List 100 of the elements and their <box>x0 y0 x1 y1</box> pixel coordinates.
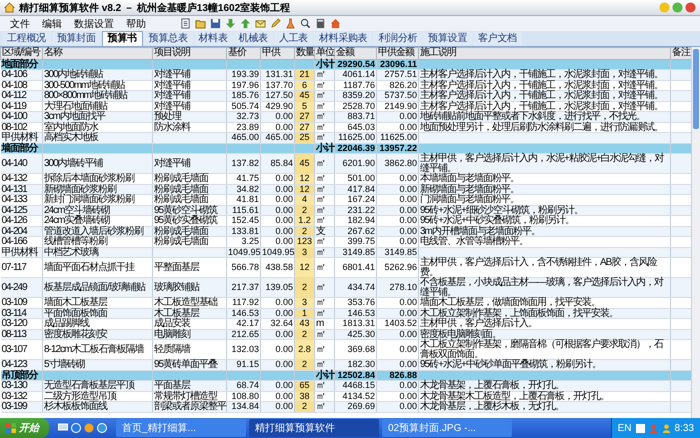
table-cell: 预处理 <box>152 112 226 122</box>
tab[interactable]: 材料采购表 <box>314 32 372 46</box>
tab[interactable]: 预算总表 <box>144 32 193 46</box>
table-cell: 0.00 <box>376 298 418 308</box>
window-title: 精打细算预算软件 v8.2 － 杭州金基暖庐13幢1602室装饰工程 <box>19 1 290 14</box>
subtotal-supply-amount: 13957.22 <box>379 142 417 152</box>
tab[interactable]: 预算封面 <box>52 32 101 46</box>
tab[interactable]: 人工表 <box>274 32 313 46</box>
table-cell: 新砌墙面砂浆粉刷 <box>42 184 152 194</box>
table-cell: ㎡ <box>314 216 334 226</box>
table-cell[interactable]: 45 <box>294 154 314 174</box>
scrollbar-thumb[interactable] <box>693 49 699 129</box>
column-header[interactable]: 区域/编号 <box>0 48 42 59</box>
taskbar-item[interactable]: 首页_精打细算... <box>116 419 246 437</box>
document-icon[interactable] <box>180 18 191 29</box>
column-header[interactable]: 项目说明 <box>152 48 226 59</box>
table-cell: 6201.90 <box>334 154 376 174</box>
section-title: 吊顶部分 <box>2 370 38 380</box>
tab[interactable]: 工程概况 <box>2 32 51 46</box>
table-cell: 04-123 <box>0 360 42 370</box>
table-cell: 501.00 <box>334 174 376 184</box>
taskbar-item[interactable]: 02预算封面.JPG -... <box>382 419 512 437</box>
table-cell: 353.76 <box>334 298 376 308</box>
taskbar-item[interactable]: 精打细算预算软件 <box>249 419 379 437</box>
menu-item[interactable]: 帮助 <box>120 16 152 30</box>
flask-icon[interactable] <box>285 18 296 29</box>
table-cell: 04-140 <box>0 154 42 174</box>
windows-logo-icon <box>6 423 16 433</box>
table-cell: 电脑雕刻 <box>152 329 226 340</box>
table-cell: 成品安装 <box>152 318 226 329</box>
magnifier-icon[interactable] <box>300 18 311 29</box>
desktop-icon[interactable] <box>58 423 68 433</box>
table-cell: 新封门洞墙面砂浆粉刷 <box>42 194 152 205</box>
table-cell: 粉刷成毛墙面 <box>152 236 226 247</box>
table-cell: 主材客户选择后计入内，干铺施工，水泥浆封面，对缝平铺。 <box>418 90 670 101</box>
column-header[interactable]: 甲供 <box>260 48 294 59</box>
table-cell: 95黄砖单面平叠 <box>152 360 226 370</box>
table-cell: 粉刷成毛墙面 <box>152 194 226 205</box>
save-icon[interactable] <box>210 18 221 29</box>
menu-item[interactable]: 编辑 <box>36 16 68 30</box>
maximize-icon[interactable] <box>672 2 683 13</box>
down-arrow-icon[interactable] <box>225 18 236 29</box>
menu-item[interactable]: 数据设置 <box>68 16 120 30</box>
column-header[interactable]: 数量 <box>294 48 314 59</box>
table-cell: 41.81 <box>226 194 260 205</box>
table-cell: 平面基层 <box>152 380 226 391</box>
table-cell: 平面饰面板饰面 <box>42 308 152 318</box>
column-header[interactable]: 名称 <box>42 48 152 59</box>
table-cell: 3.25 <box>226 236 260 247</box>
table-cell: 对缝平铺 <box>152 70 226 80</box>
tab[interactable]: 预算设置 <box>423 32 472 46</box>
table-cell: 主材甲供，客户选择后计入。 <box>418 318 670 329</box>
subtotal-supply-amount: 826.88 <box>389 370 417 380</box>
clock: 8:33 <box>674 422 694 434</box>
tab[interactable]: 机械表 <box>234 32 273 46</box>
column-header[interactable]: 基价 <box>226 48 260 59</box>
table-cell: 3862.80 <box>376 154 418 174</box>
table-cell: 墙面木工板基层，做墙面饰面用，找平安装。 <box>418 298 670 308</box>
table-cell: ㎡ <box>314 154 334 174</box>
envelope-icon[interactable] <box>255 18 266 29</box>
subtotal-amount: 22046.39 <box>337 142 375 152</box>
table-cell: 木工板立架制作基架，上饰面板饰面，找平安装。 <box>418 308 670 318</box>
subtotal-amount: 12502.84 <box>337 370 375 380</box>
table-cell: 434.74 <box>334 278 376 298</box>
tab[interactable]: 材料表 <box>194 32 233 46</box>
table-cell: 粉刷成毛墙面 <box>152 184 226 194</box>
table-cell: 278.10 <box>376 278 418 298</box>
folder-icon[interactable] <box>195 18 206 29</box>
table-cell: 杉木板板饰面线 <box>42 402 152 412</box>
table-cell: 木龙骨基层，上覆杉木板，无灯孔。 <box>418 402 670 412</box>
calculator-icon[interactable] <box>315 18 326 29</box>
table-cell: 04-106 <box>0 70 42 80</box>
subtotal-supply-amount: 23096.11 <box>380 58 417 68</box>
up-arrow-icon[interactable] <box>240 18 251 29</box>
scrollbar[interactable] <box>691 47 700 418</box>
person-icon[interactable] <box>662 424 671 432</box>
table-cell: 无造型石膏板基层平顶 <box>42 380 152 391</box>
close-icon[interactable] <box>685 2 696 13</box>
menu-item[interactable]: 文件 <box>4 16 36 30</box>
table-cell[interactable]: 2 <box>294 278 314 298</box>
table-cell: 95砖+水泥+中砂实叠砌筑，粉刷另计。 <box>418 216 670 226</box>
table-cell: 0.00 <box>376 174 418 184</box>
tab[interactable]: 预算书 <box>102 31 143 46</box>
column-header[interactable]: 施工说明 <box>418 48 670 59</box>
table-cell: 木工板基层 <box>152 308 226 318</box>
table-cell: 04-100 <box>0 112 42 122</box>
tab[interactable]: 利润分析 <box>373 32 422 46</box>
column-header[interactable]: 单位 <box>314 48 334 59</box>
pencil-icon[interactable] <box>270 18 281 29</box>
house-icon[interactable] <box>330 18 341 29</box>
section-title: 墙面部分 <box>2 142 38 154</box>
table-cell: ㎡ <box>314 236 334 247</box>
table-cell: 门洞墙面与老墙面粉平。 <box>418 194 670 205</box>
table-cell: 04-112 <box>0 90 42 101</box>
table-cell[interactable]: 12 <box>294 258 314 278</box>
table-cell: 板基层成品镜面/玻璃铺贴 <box>42 278 152 298</box>
tab[interactable]: 客户文档 <box>473 32 522 46</box>
table-cell: 399.75 <box>334 236 376 247</box>
start-button[interactable]: 开始 <box>0 418 49 438</box>
table-cell[interactable]: 2.8 <box>294 340 314 360</box>
